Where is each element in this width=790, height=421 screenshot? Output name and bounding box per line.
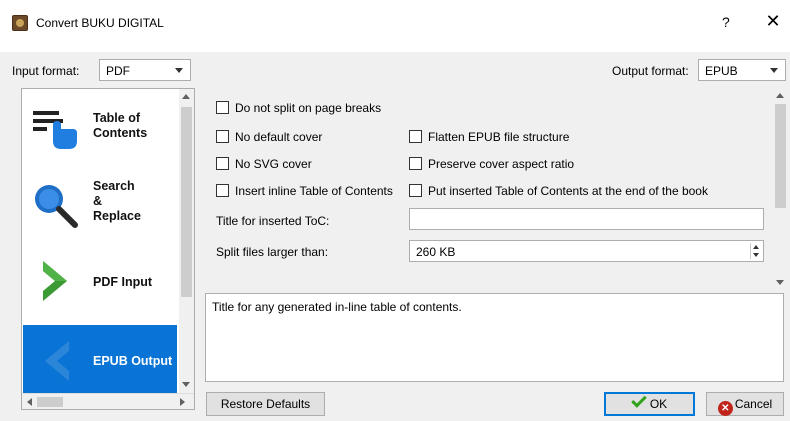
scroll-down-icon[interactable] xyxy=(182,382,190,387)
input-format-label: Input format: xyxy=(12,64,80,78)
options-scrollbar[interactable] xyxy=(773,88,788,292)
chevron-down-icon xyxy=(770,68,778,73)
sidebar-hscrollbar[interactable] xyxy=(22,393,194,409)
sidebar-item-epub-output[interactable]: EPUB Output xyxy=(23,325,177,399)
scroll-up-icon[interactable] xyxy=(776,93,784,98)
preserve-aspect-label: Preserve cover aspect ratio xyxy=(428,157,575,171)
sidebar-item-label: Search & Replace xyxy=(93,179,141,223)
help-button[interactable]: ? xyxy=(722,14,730,30)
restore-defaults-button[interactable]: Restore Defaults xyxy=(206,392,325,416)
toc-title-input[interactable] xyxy=(409,208,764,230)
cancel-icon: ✕ xyxy=(717,401,733,416)
close-icon[interactable]: ✕ xyxy=(763,11,783,32)
scroll-thumb[interactable] xyxy=(775,104,786,208)
no-svg-cover-checkbox[interactable] xyxy=(216,157,229,170)
split-files-value: 260 KB xyxy=(416,245,456,259)
sidebar-item-label: PDF Input xyxy=(93,275,153,289)
spin-arrows[interactable] xyxy=(750,243,760,259)
sidebar-item-search-replace[interactable]: Search & Replace xyxy=(23,169,177,243)
sidebar-scrollbar[interactable] xyxy=(179,89,194,393)
chevron-down-icon xyxy=(175,68,183,73)
output-format-value: EPUB xyxy=(705,64,738,78)
help-text-box: Title for any generated in-line table of… xyxy=(205,293,784,382)
flatten-epub-checkbox[interactable] xyxy=(409,130,422,143)
insert-inline-toc-checkbox[interactable] xyxy=(216,184,229,197)
chevron-right-icon xyxy=(43,261,67,301)
check-icon xyxy=(631,392,647,408)
calibre-app-icon xyxy=(12,15,28,31)
no-split-page-breaks-label: Do not split on page breaks xyxy=(235,101,382,115)
scroll-thumb[interactable] xyxy=(181,107,192,297)
cancel-label: Cancel xyxy=(734,397,773,411)
spin-down-icon[interactable] xyxy=(753,253,759,257)
sidebar-item-table-of-contents[interactable]: Table of Contents xyxy=(23,93,177,167)
toc-title-label: Title for inserted ToC: xyxy=(216,214,330,228)
no-default-cover-label: No default cover xyxy=(235,130,323,144)
preserve-aspect-checkbox[interactable] xyxy=(409,157,422,170)
sidebar-item-label: EPUB Output xyxy=(93,354,173,368)
sidebar-item-pdf-input[interactable]: PDF Input xyxy=(23,245,177,319)
toc-at-end-label: Put inserted Table of Contents at the en… xyxy=(428,184,708,198)
toc-icon xyxy=(33,111,77,149)
scroll-thumb[interactable] xyxy=(37,397,63,407)
insert-inline-toc-label: Insert inline Table of Contents xyxy=(235,184,393,198)
scroll-right-icon[interactable] xyxy=(180,398,185,406)
input-format-select[interactable]: PDF xyxy=(99,59,191,81)
section-sidebar: Table of Contents Search & Replace PDF I… xyxy=(21,88,195,410)
search-icon xyxy=(35,185,78,228)
epub-output-options: Do not split on page breaks No default c… xyxy=(205,88,790,292)
scroll-down-icon[interactable] xyxy=(776,280,784,285)
output-format-label: Output format: xyxy=(612,64,689,78)
window-title: Convert BUKU DIGITAL xyxy=(36,16,164,30)
spin-up-icon[interactable] xyxy=(753,245,759,249)
sidebar-item-label: Table of Contents xyxy=(93,111,148,140)
no-split-page-breaks-checkbox[interactable] xyxy=(216,101,229,114)
no-default-cover-checkbox[interactable] xyxy=(216,130,229,143)
toc-at-end-checkbox[interactable] xyxy=(409,184,422,197)
split-files-label: Split files larger than: xyxy=(216,245,329,259)
ok-label: OK xyxy=(649,397,668,411)
chevron-left-icon xyxy=(45,341,69,381)
scroll-left-icon[interactable] xyxy=(27,398,32,406)
output-format-select[interactable]: EPUB xyxy=(698,59,786,81)
cancel-button[interactable]: ✕ Cancel xyxy=(706,392,784,416)
split-files-spinbox[interactable]: 260 KB xyxy=(409,240,764,262)
input-format-value: PDF xyxy=(106,64,130,78)
flatten-epub-label: Flatten EPUB file structure xyxy=(428,130,570,144)
title-bar: Convert BUKU DIGITAL ? ✕ xyxy=(0,0,790,52)
scroll-up-icon[interactable] xyxy=(182,94,190,99)
no-svg-cover-label: No SVG cover xyxy=(235,157,312,171)
ok-button[interactable]: OK xyxy=(604,392,695,416)
